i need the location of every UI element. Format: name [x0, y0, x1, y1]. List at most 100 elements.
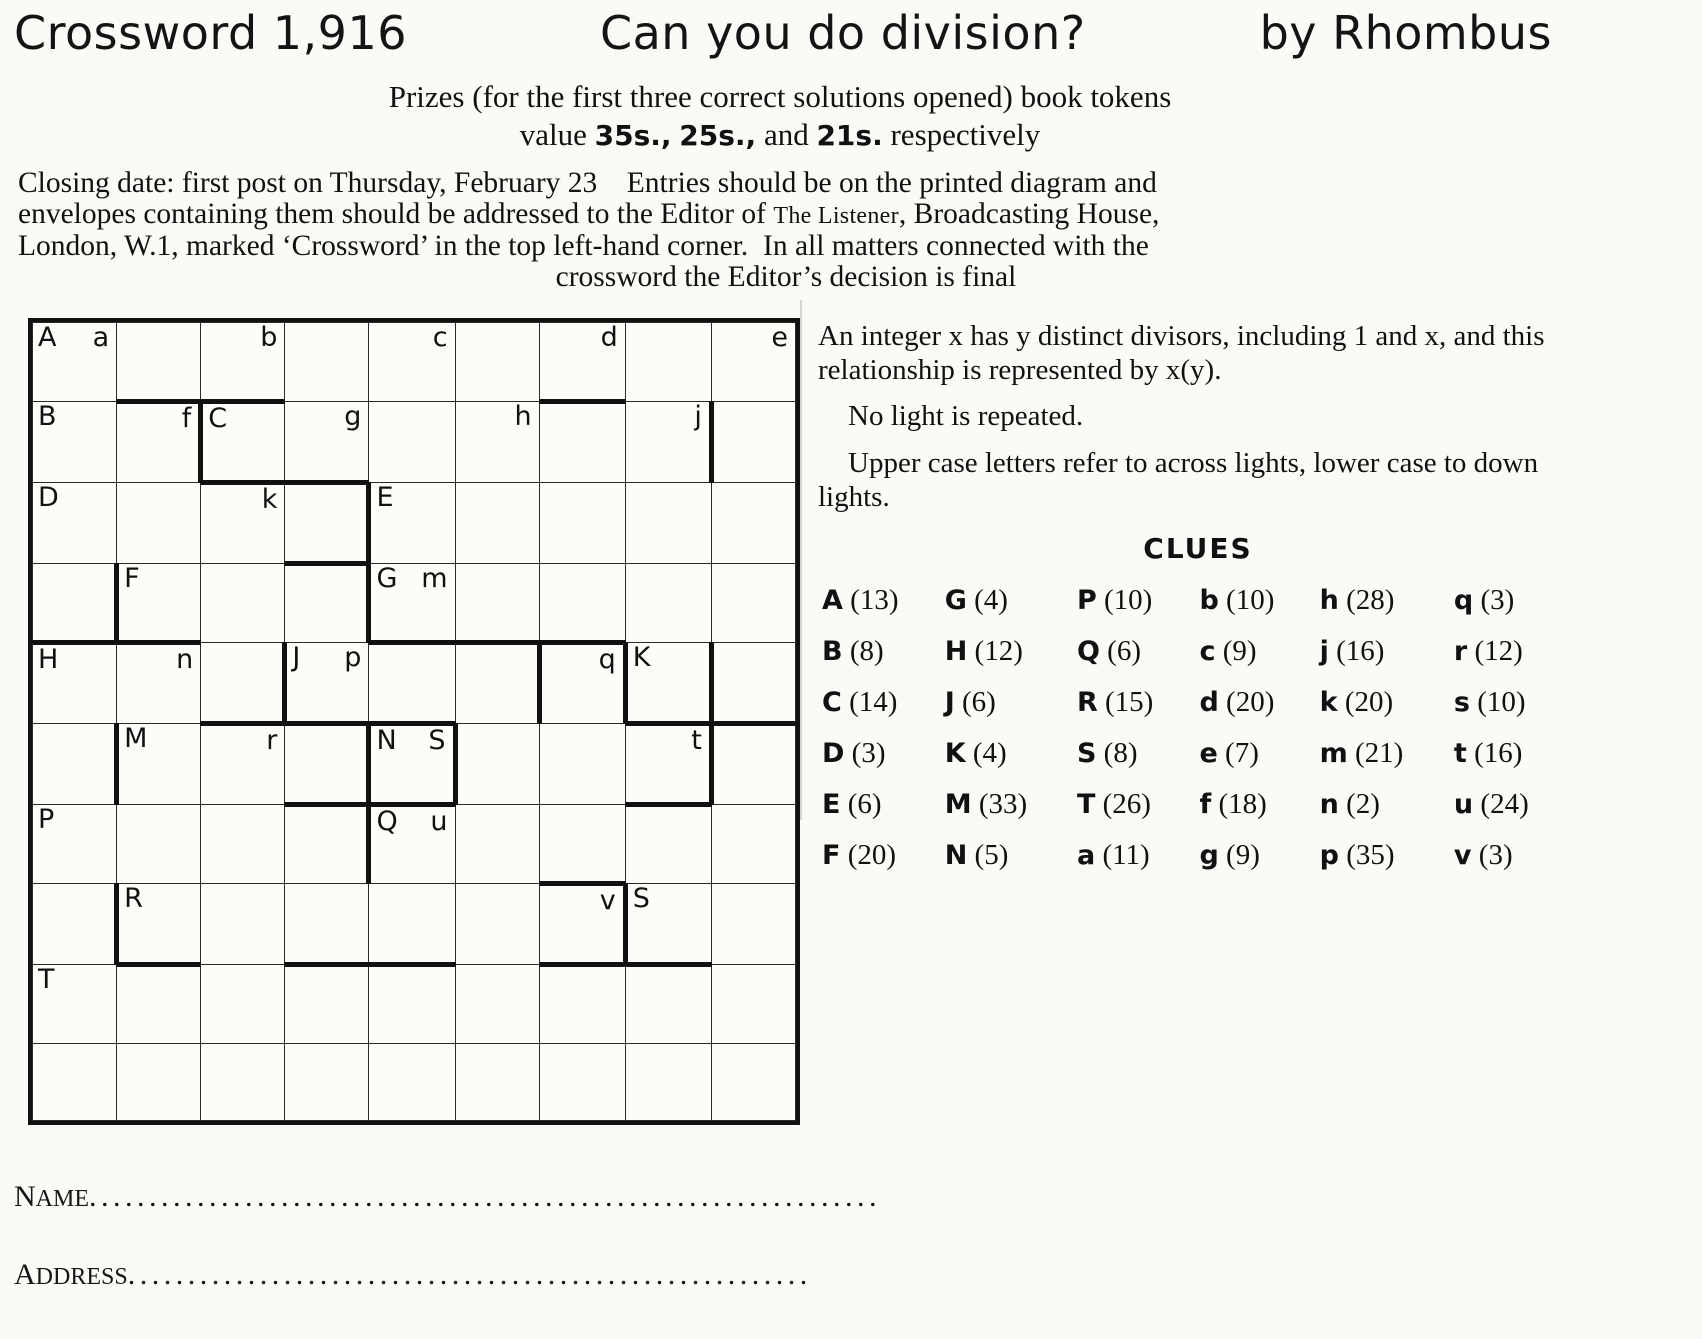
grid-cell[interactable]: H [31, 642, 118, 724]
grid-cell[interactable] [200, 642, 288, 726]
grid-cell[interactable] [710, 401, 797, 483]
grid-cell[interactable] [284, 563, 372, 643]
crossword-grid[interactable]: Aa b c d e BfCg h j DkE F Gm Hn Jp qK Mr NS t P Qu RvS T [28, 318, 800, 1125]
grid-cell[interactable]: E [366, 482, 456, 564]
grid-cell[interactable] [538, 964, 626, 1044]
grid-cell[interactable] [454, 1043, 540, 1121]
grid-cell[interactable] [284, 964, 370, 1044]
grid-cell[interactable] [454, 642, 540, 724]
grid-cell[interactable] [116, 964, 202, 1044]
grid-cell[interactable] [31, 723, 118, 805]
grid-cell[interactable]: q [536, 640, 628, 724]
grid-cell[interactable] [284, 482, 372, 566]
grid-cell[interactable] [368, 883, 456, 967]
clue-divisor-count: (20) [840, 839, 897, 872]
grid-cell[interactable] [454, 322, 540, 402]
grid-cell[interactable] [624, 322, 712, 402]
grid-cell[interactable]: c [368, 322, 456, 402]
grid-cell[interactable] [710, 482, 797, 564]
grid-cell[interactable] [710, 563, 797, 643]
grid-cell[interactable] [454, 964, 540, 1044]
grid-cell[interactable] [284, 723, 370, 807]
grid-cell[interactable] [368, 1043, 456, 1121]
address-field[interactable]: ADDRESS.................................… [14, 1258, 812, 1292]
grid-cell[interactable] [624, 1043, 712, 1121]
grid-cell[interactable] [368, 401, 456, 483]
grid-cell[interactable] [31, 883, 118, 965]
grid-cell[interactable] [31, 563, 118, 645]
grid-cell[interactable] [454, 723, 540, 805]
grid-cell[interactable] [538, 563, 626, 643]
grid-cell[interactable] [116, 1043, 202, 1121]
grid-cell[interactable]: S [622, 883, 712, 967]
grid-row: F Gm [31, 563, 797, 645]
grid-cell[interactable] [284, 1043, 370, 1121]
clue-entry: m (21) [1320, 728, 1454, 779]
grid-cell[interactable] [710, 804, 797, 884]
grid-cell[interactable] [368, 964, 456, 1044]
grid-cell[interactable] [116, 482, 202, 564]
grid-cell[interactable] [200, 964, 286, 1044]
grid-cell[interactable]: Aa [31, 322, 118, 402]
grid-cell[interactable]: M [114, 723, 202, 805]
grid-cell[interactable] [116, 804, 202, 884]
grid-cell[interactable] [710, 723, 797, 805]
grid-cell[interactable] [454, 563, 540, 645]
grid-cell[interactable]: D [31, 482, 118, 564]
grid-cell[interactable] [710, 964, 797, 1044]
grid-cell[interactable] [454, 482, 540, 564]
grid-cell[interactable] [200, 563, 286, 643]
grid-cell[interactable] [116, 322, 202, 404]
grid-cell[interactable]: F [114, 563, 202, 645]
grid-cell[interactable] [624, 804, 712, 884]
grid-cell[interactable] [368, 642, 456, 724]
grid-cell[interactable] [538, 401, 626, 483]
grid-cell[interactable] [200, 804, 286, 884]
grid-cell[interactable] [624, 482, 712, 564]
grid-cell[interactable]: e [710, 322, 797, 402]
grid-cell[interactable]: Qu [366, 802, 456, 884]
grid-cell[interactable]: n [116, 642, 202, 724]
grid-cell[interactable] [538, 482, 626, 564]
grid-cell[interactable] [31, 1043, 118, 1121]
grid-cell[interactable]: j [624, 401, 714, 483]
grid-cell[interactable] [624, 964, 712, 1044]
grid-cell[interactable] [538, 723, 626, 805]
grid-cell[interactable] [710, 642, 797, 726]
grid-cell[interactable]: k [200, 482, 286, 564]
grid-cell[interactable] [538, 1043, 626, 1121]
grid-cell[interactable]: K [624, 642, 714, 726]
grid-cell[interactable]: b [200, 322, 286, 404]
grid-cell[interactable] [538, 804, 626, 886]
grid-cell[interactable]: f [116, 401, 204, 483]
clue-light-key: H [944, 636, 968, 668]
grid-cell[interactable] [284, 804, 372, 884]
grid-cell[interactable]: B [31, 401, 118, 483]
grid-cell[interactable]: R [114, 883, 202, 967]
grid-cell[interactable]: r [200, 723, 286, 805]
grid-cell[interactable] [284, 322, 370, 402]
grid-cell[interactable]: Gm [366, 563, 456, 645]
grid-cell[interactable] [710, 1043, 797, 1121]
grid-cell[interactable] [454, 883, 540, 965]
grid-cell[interactable]: h [454, 401, 540, 483]
clue-entry: R (15) [1077, 677, 1200, 728]
grid-cell[interactable] [624, 563, 712, 643]
name-field[interactable]: NAME....................................… [14, 1180, 881, 1214]
grid-cell[interactable] [710, 883, 797, 965]
crossword-grid-table[interactable]: Aa b c d e BfCg h j DkE F Gm Hn Jp qK Mr NS t P Qu RvS T [31, 322, 797, 1121]
grid-cell[interactable] [200, 883, 286, 965]
grid-cell[interactable]: d [538, 322, 626, 404]
grid-cell[interactable] [284, 883, 370, 967]
across-light-label: D [38, 482, 59, 513]
grid-cell[interactable]: C [200, 401, 286, 485]
grid-cell[interactable] [454, 804, 540, 884]
grid-cell[interactable]: Jp [282, 642, 370, 726]
grid-cell[interactable] [200, 1043, 286, 1121]
grid-cell[interactable]: v [538, 881, 628, 967]
grid-cell[interactable]: NS [366, 721, 458, 807]
grid-cell[interactable]: t [624, 723, 714, 807]
grid-cell[interactable]: g [284, 401, 370, 485]
grid-cell[interactable]: P [31, 804, 118, 884]
grid-cell[interactable]: T [31, 964, 118, 1044]
